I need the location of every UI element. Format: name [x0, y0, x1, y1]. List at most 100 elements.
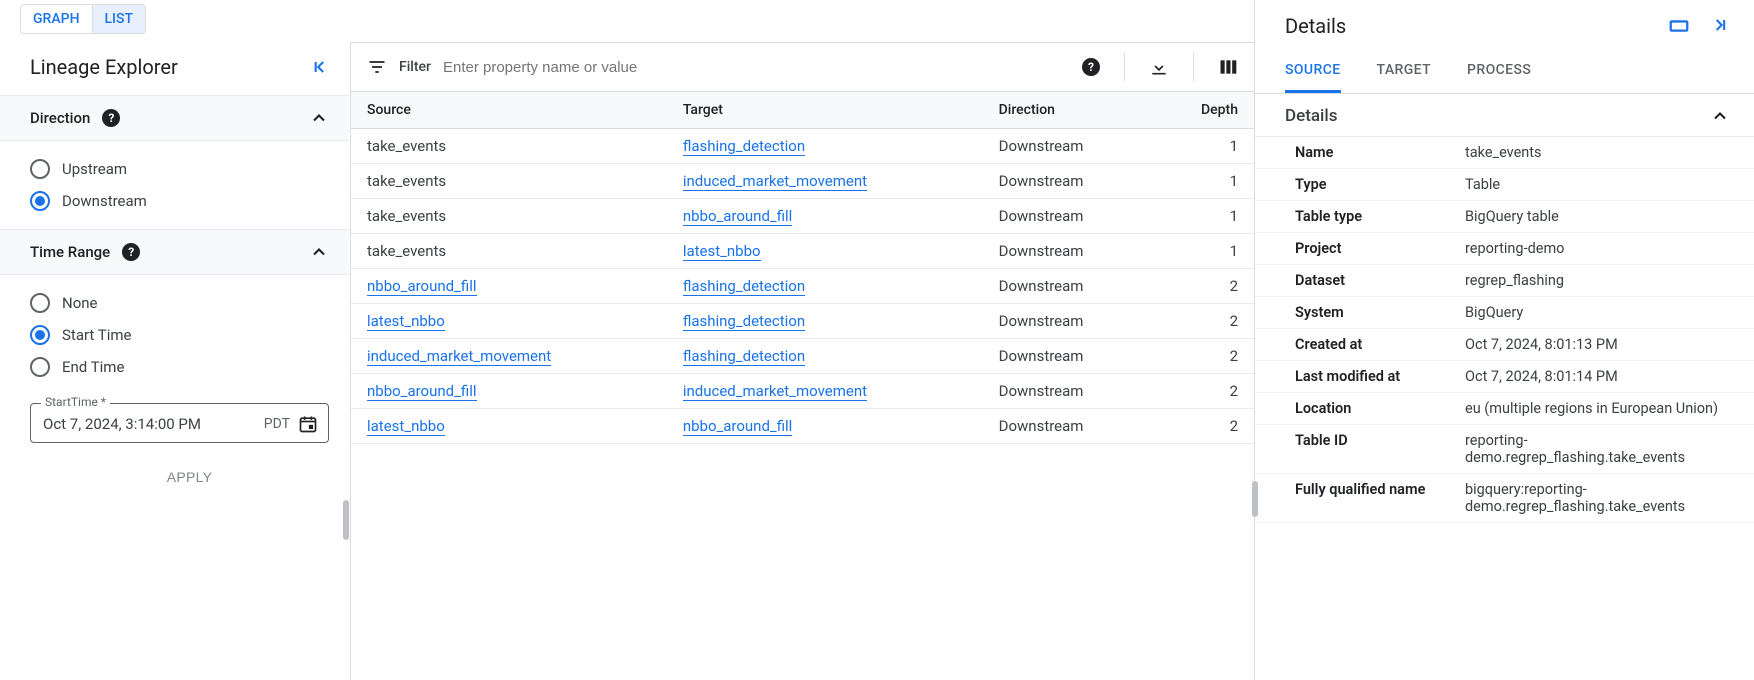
sidebar-scrollbar[interactable]	[343, 500, 349, 540]
table-row[interactable]: take_events latest_nbbo Downstream1	[351, 234, 1254, 269]
direction-cell: Downstream	[983, 129, 1154, 164]
depth-cell: 2	[1153, 339, 1254, 374]
help-icon[interactable]: ?	[102, 109, 120, 127]
detail-key: Table type	[1295, 208, 1465, 225]
col-direction[interactable]: Direction	[983, 92, 1154, 129]
main-scrollbar[interactable]	[1252, 481, 1258, 517]
separator	[1193, 53, 1194, 81]
details-section-title: Details	[1285, 106, 1337, 126]
table-row[interactable]: latest_nbboflashing_detectionDownstream2	[351, 304, 1254, 339]
detail-key: Created at	[1295, 336, 1465, 353]
source-cell[interactable]: latest_nbbo	[367, 417, 445, 436]
lineage-sidebar: GRAPH LIST Lineage Explorer Direction ? …	[0, 0, 350, 680]
tab-target[interactable]: TARGET	[1377, 52, 1432, 93]
detail-key: Fully qualified name	[1295, 481, 1465, 515]
detail-row: Datasetregrep_flashing	[1255, 265, 1754, 297]
target-cell[interactable]: flashing_detection	[683, 347, 805, 366]
target-cell[interactable]: induced_market_movement	[683, 382, 867, 401]
source-cell[interactable]: latest_nbbo	[367, 312, 445, 331]
detail-value: regrep_flashing	[1465, 272, 1730, 289]
target-cell[interactable]: latest_nbbo	[683, 242, 761, 261]
direction-cell: Downstream	[983, 234, 1154, 269]
start-time-field[interactable]: StartTime * Oct 7, 2024, 3:14:00 PM PDT	[30, 403, 329, 443]
help-icon[interactable]: ?	[1082, 58, 1100, 76]
details-fields: Nametake_eventsTypeTableTable typeBigQue…	[1255, 137, 1754, 523]
radio-none[interactable]: None	[30, 287, 329, 319]
col-depth[interactable]: Depth	[1153, 92, 1254, 129]
detail-row: Nametake_events	[1255, 137, 1754, 169]
detail-value: BigQuery table	[1465, 208, 1730, 225]
table-row[interactable]: take_eventsinduced_market_movementDownst…	[351, 164, 1254, 199]
source-cell[interactable]: induced_market_movement	[367, 347, 551, 366]
chevron-up-icon	[1710, 106, 1730, 126]
source-cell[interactable]: nbbo_around_fill	[367, 382, 477, 401]
expand-panel-icon[interactable]	[1710, 15, 1730, 37]
target-cell[interactable]: nbbo_around_fill	[683, 417, 793, 436]
target-cell[interactable]: flashing_detection	[683, 277, 805, 296]
start-time-value: Oct 7, 2024, 3:14:00 PM	[43, 415, 264, 433]
target-cell[interactable]: nbbo_around_fill	[683, 207, 793, 226]
help-icon[interactable]: ?	[122, 243, 140, 261]
table-row[interactable]: take_eventsflashing_detectionDownstream1	[351, 129, 1254, 164]
target-cell[interactable]: flashing_detection	[683, 312, 805, 331]
tab-list[interactable]: LIST	[93, 4, 147, 34]
direction-cell: Downstream	[983, 269, 1154, 304]
timerange-section-header[interactable]: Time Range ?	[0, 229, 349, 275]
detail-row: Last modified atOct 7, 2024, 8:01:14 PM	[1255, 361, 1754, 393]
depth-cell: 2	[1153, 409, 1254, 444]
detail-value: eu (multiple regions in European Union)	[1465, 400, 1730, 417]
columns-icon[interactable]	[1218, 57, 1238, 77]
radio-end-time[interactable]: End Time	[30, 351, 329, 383]
radio-icon	[30, 159, 50, 179]
table-row[interactable]: nbbo_around_fill flashing_detection Downst…	[351, 269, 1254, 304]
detail-value: Table	[1465, 176, 1730, 193]
table-row[interactable]: latest_nbbo nbbo_around_fill Downstream2	[351, 409, 1254, 444]
radio-label: Start Time	[62, 326, 131, 344]
tab-source[interactable]: SOURCE	[1285, 52, 1341, 93]
detail-key: Type	[1295, 176, 1465, 193]
table-row[interactable]: take_eventsnbbo_around_fillDownstream1	[351, 199, 1254, 234]
source-cell: take_events	[367, 242, 446, 260]
start-time-label: StartTime *	[41, 395, 110, 409]
filter-input[interactable]	[443, 59, 1070, 76]
depth-cell: 1	[1153, 234, 1254, 269]
apply-button[interactable]: APPLY	[30, 461, 349, 493]
detail-row: Created atOct 7, 2024, 8:01:13 PM	[1255, 329, 1754, 361]
radio-downstream[interactable]: Downstream	[30, 185, 329, 217]
table-row[interactable]: nbbo_around_fillinduced_market_movementD…	[351, 374, 1254, 409]
collapse-sidebar-icon[interactable]	[309, 57, 329, 77]
calendar-icon[interactable]	[298, 414, 318, 434]
detail-row: Table typeBigQuery table	[1255, 201, 1754, 233]
source-cell: take_events	[367, 137, 446, 155]
detail-key: Last modified at	[1295, 368, 1465, 385]
source-cell: take_events	[367, 207, 446, 225]
detail-row: TypeTable	[1255, 169, 1754, 201]
direction-cell: Downstream	[983, 409, 1154, 444]
detail-row: Locationeu (multiple regions in European…	[1255, 393, 1754, 425]
radio-icon	[30, 357, 50, 377]
detail-value: BigQuery	[1465, 304, 1730, 321]
target-cell[interactable]: flashing_detection	[683, 137, 805, 156]
source-cell[interactable]: nbbo_around_fill	[367, 277, 477, 296]
direction-cell: Downstream	[983, 339, 1154, 374]
radio-start-time[interactable]: Start Time	[30, 319, 329, 351]
download-icon[interactable]	[1149, 57, 1169, 77]
details-title: Details	[1285, 14, 1346, 38]
layout-icon[interactable]	[1668, 15, 1690, 37]
separator	[1124, 53, 1125, 81]
table-row[interactable]: induced_market_movement flashing_detectio…	[351, 339, 1254, 374]
tab-process[interactable]: PROCESS	[1467, 52, 1531, 93]
radio-upstream[interactable]: Upstream	[30, 153, 329, 185]
lineage-table: Source Target Direction Depth take_event…	[351, 92, 1254, 444]
detail-key: Name	[1295, 144, 1465, 161]
target-cell[interactable]: induced_market_movement	[683, 172, 867, 191]
direction-section-header[interactable]: Direction ?	[0, 95, 349, 141]
detail-key: Project	[1295, 240, 1465, 257]
radio-icon	[30, 325, 50, 345]
detail-value: reporting-demo	[1465, 240, 1730, 257]
col-source[interactable]: Source	[351, 92, 667, 129]
details-subheader[interactable]: Details	[1255, 94, 1754, 137]
tab-graph[interactable]: GRAPH	[20, 4, 93, 34]
col-target[interactable]: Target	[667, 92, 983, 129]
detail-value: reporting-demo.regrep_flashing.take_even…	[1465, 432, 1730, 466]
